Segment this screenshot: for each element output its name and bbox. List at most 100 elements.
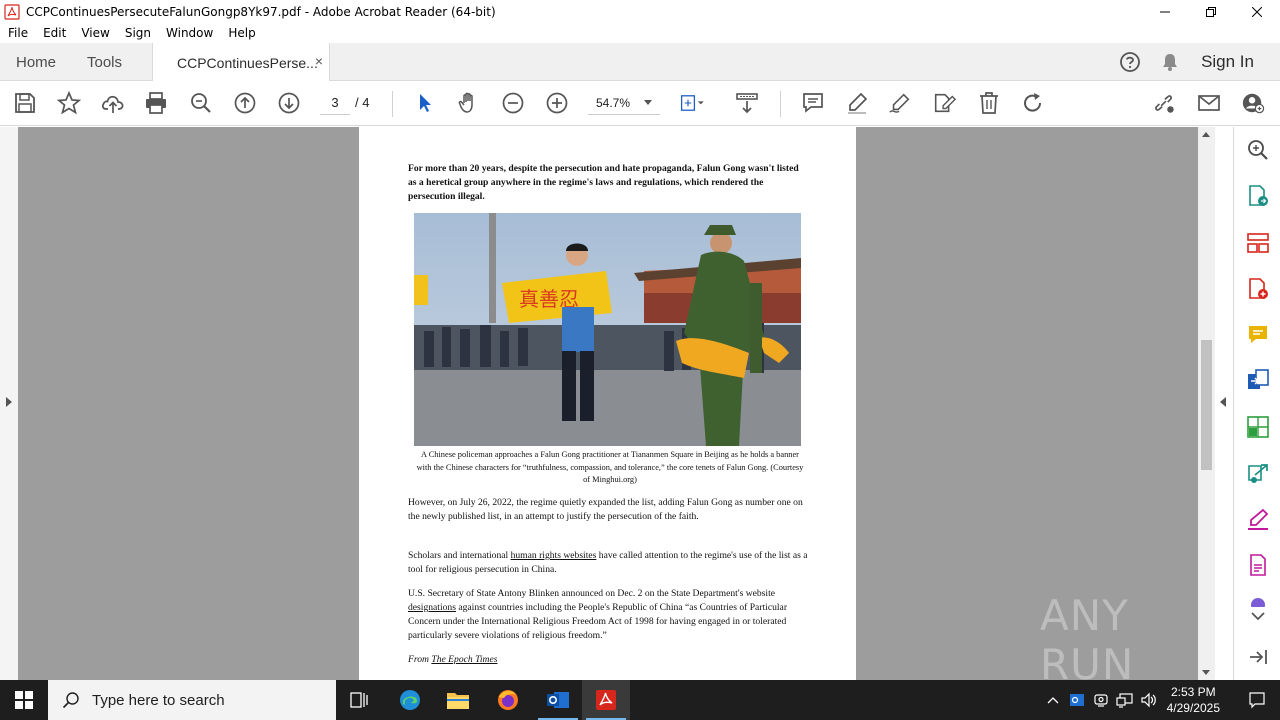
network-tray-icon[interactable]	[1113, 680, 1137, 720]
search-tool-button[interactable]	[1246, 138, 1270, 162]
minimize-button[interactable]	[1142, 0, 1188, 23]
cursor-arrow-icon	[420, 94, 431, 112]
paragraph-scholars: Scholars and international human rights …	[408, 549, 808, 577]
acrobat-taskbar-button[interactable]	[582, 680, 630, 720]
previous-page-button[interactable]	[233, 91, 257, 115]
clock-time: 2:53 PM	[1170, 685, 1216, 699]
page-number-input[interactable]	[320, 91, 350, 115]
menu-sign[interactable]: Sign	[125, 26, 151, 40]
scroll-up-arrow[interactable]	[1202, 132, 1210, 137]
edge-browser-icon	[400, 690, 420, 710]
share-people-button[interactable]	[1241, 91, 1265, 115]
menu-help[interactable]: Help	[228, 26, 255, 40]
organize-pages-button[interactable]	[1246, 231, 1270, 255]
close-icon	[1252, 6, 1262, 17]
taskbar-clock[interactable]: 2:53 PM 4/29/2025	[1167, 684, 1220, 716]
upload-cloud-button[interactable]	[101, 91, 125, 115]
combine-files-button[interactable]	[1246, 368, 1270, 392]
source-label: From	[408, 654, 432, 665]
comment-tool-button[interactable]	[1246, 323, 1270, 347]
hand-icon	[458, 92, 473, 113]
outlook-taskbar-button[interactable]	[534, 680, 582, 720]
search-placeholder: Type here to search	[92, 691, 225, 709]
highlight-button[interactable]	[845, 91, 869, 115]
draw-button[interactable]	[888, 91, 912, 115]
scrollbar-thumb[interactable]	[1201, 340, 1212, 470]
windows-logo-icon	[15, 691, 33, 709]
restore-icon	[1206, 6, 1216, 17]
action-center-button[interactable]	[1234, 680, 1280, 720]
fill-and-sign-button[interactable]	[1246, 507, 1270, 531]
epoch-times-link[interactable]: The Epoch Times	[431, 654, 497, 665]
hand-tool-button[interactable]	[457, 91, 481, 115]
toolbar-divider	[392, 91, 393, 117]
create-pdf-button[interactable]	[1246, 277, 1270, 301]
menu-window[interactable]: Window	[166, 26, 213, 40]
main-toolbar: / 4 54.7%	[0, 81, 1280, 126]
source-line: From The Epoch Times	[408, 653, 808, 667]
webcam-tray-icon[interactable]	[1089, 680, 1113, 720]
share-link-button[interactable]	[1152, 91, 1176, 115]
next-page-button[interactable]	[277, 91, 301, 115]
zoom-level-dropdown[interactable]: 54.7%	[588, 91, 660, 115]
taskbar-search-box[interactable]: Type here to search	[48, 680, 336, 720]
left-panel-toggle[interactable]	[0, 127, 18, 680]
sign-in-button[interactable]: Sign In	[1201, 52, 1254, 72]
photo-illustration: 真善忍	[414, 213, 801, 446]
collapse-panel-button[interactable]	[1246, 645, 1270, 669]
trash-icon	[980, 92, 998, 114]
share-edit-button[interactable]	[932, 91, 956, 115]
paragraph-july-2022: However, on July 26, 2022, the regime qu…	[408, 497, 803, 522]
export-pdf-button[interactable]	[1246, 184, 1270, 208]
add-user-icon	[1242, 93, 1265, 114]
rotate-button[interactable]	[1021, 91, 1045, 115]
comment-button[interactable]	[801, 91, 825, 115]
menu-view[interactable]: View	[81, 26, 109, 40]
bookmark-star-button[interactable]	[57, 91, 81, 115]
edge-taskbar-button[interactable]	[386, 680, 434, 720]
collapse-panel-icon	[1250, 650, 1267, 664]
more-tools-button[interactable]	[1246, 593, 1270, 607]
designations-link[interactable]: designations	[408, 602, 456, 613]
zoom-out-button[interactable]	[501, 91, 525, 115]
paragraph-scholars-text: Scholars and international	[408, 550, 511, 561]
firefox-taskbar-button[interactable]	[484, 680, 532, 720]
tab-document[interactable]: CCPContinuesPerse... ×	[152, 43, 330, 82]
send-for-review-button[interactable]	[1246, 461, 1270, 485]
email-button[interactable]	[1197, 91, 1221, 115]
tab-home[interactable]: Home	[16, 43, 56, 81]
minimize-icon	[1160, 11, 1170, 12]
menu-file[interactable]: File	[8, 26, 28, 40]
outlook-tray-icon[interactable]	[1065, 680, 1089, 720]
page-fit-button[interactable]	[680, 91, 704, 115]
help-icon[interactable]	[1119, 51, 1141, 73]
comment-icon	[1249, 326, 1267, 343]
tab-close-button[interactable]: ×	[315, 53, 323, 69]
show-hidden-icons-button[interactable]	[1041, 680, 1065, 720]
close-window-button[interactable]	[1234, 0, 1280, 23]
start-button[interactable]	[0, 680, 48, 720]
select-tool-button[interactable]	[413, 91, 437, 115]
notification-bell-icon[interactable]	[1161, 52, 1179, 72]
title-bar: CCPContinuesPersecuteFalunGongp8Yk97.pdf…	[0, 0, 1280, 23]
zoom-search-button[interactable]	[189, 91, 213, 115]
panel-scroll-down-button[interactable]	[1246, 609, 1270, 625]
file-explorer-taskbar-button[interactable]	[434, 680, 482, 720]
page-total-label: / 4	[355, 95, 370, 110]
volume-tray-icon[interactable]	[1137, 680, 1161, 720]
compress-pdf-button[interactable]	[1246, 415, 1270, 439]
edit-pdf-button[interactable]	[1246, 553, 1270, 577]
document-viewport[interactable]: For more than 20 years, despite the pers…	[18, 127, 1198, 680]
save-button[interactable]	[13, 91, 37, 115]
tab-tools[interactable]: Tools	[87, 43, 122, 81]
zoom-search-icon	[191, 93, 211, 113]
task-view-button[interactable]	[336, 680, 384, 720]
human-rights-websites-link[interactable]: human rights websites	[511, 550, 597, 561]
zoom-in-button[interactable]	[545, 91, 569, 115]
document-edit-icon	[934, 93, 956, 113]
print-button[interactable]	[144, 91, 168, 115]
delete-button[interactable]	[977, 91, 1001, 115]
scroll-mode-button[interactable]	[735, 91, 759, 115]
restore-button[interactable]	[1188, 0, 1234, 23]
menu-edit[interactable]: Edit	[43, 26, 66, 40]
